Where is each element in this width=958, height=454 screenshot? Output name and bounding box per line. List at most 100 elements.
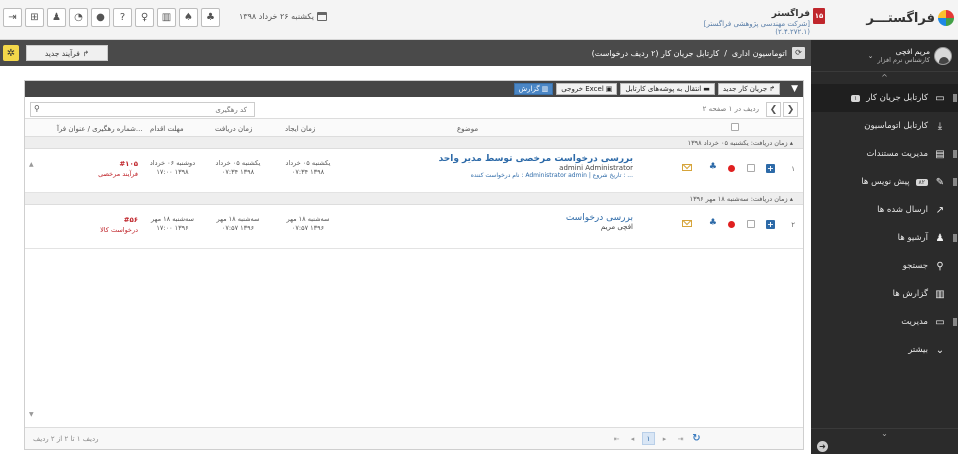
sidebar-item-reports[interactable]: گزارش ها ▥ [811, 280, 958, 308]
grid-footer: ردیف ۱ تا ۲ از ۲ ردیف ⇤ ◂ ۱ ▸ ⇥ ↻ [25, 427, 803, 449]
new-process-button[interactable]: فرآیند جدید ↱ [26, 45, 108, 61]
sidebar-item-label: آرشیو ها [897, 233, 928, 243]
chart-icon[interactable]: ▥ [157, 8, 176, 27]
col-created[interactable]: زمان ایجاد [285, 125, 315, 133]
company-subtitle: [شرکت مهندسی پژوهشی فراگستر] (۲.۴.۲۷۲.۱) [703, 20, 810, 36]
received-time: ۰۷:۵۷ ۱۳۹۶ [221, 224, 255, 233]
sidebar-item-admin[interactable]: مدیریت ▭ [811, 308, 958, 336]
breadcrumb-root[interactable]: اتوماسیون اداری [732, 49, 787, 58]
tracking-cell[interactable]: #۵۶ درخواست کالا [43, 215, 138, 235]
select-all-checkbox[interactable] [731, 123, 739, 133]
logo-mark-icon [938, 10, 954, 26]
next-page-button[interactable]: ❯ [783, 102, 798, 117]
scroll-down-icon[interactable]: ▼ [29, 411, 34, 418]
microphone-icon[interactable]: ♀ [135, 8, 154, 27]
scroll-up-icon[interactable]: ▲ [29, 161, 34, 168]
move-to-folder-button[interactable]: انتقال به پوشه‌های کارتابل ▬ [620, 83, 715, 95]
drafts-count-badge: ۸۲ [915, 178, 928, 186]
deadline-cell: دوشنبه ۰۶ خرداد ۱۷:۰۰ ۱۳۹۸ [140, 159, 205, 177]
user-icon[interactable]: ♟ [47, 8, 66, 27]
org-chart-icon[interactable]: ⊞ [25, 8, 44, 27]
next-page-button[interactable]: ◂ [626, 432, 639, 445]
bell-icon[interactable]: ♠ [179, 8, 198, 27]
sidebar: ⌄ مریم افچی کارشناس نرم افزار ^ ۱ کارتاب… [811, 40, 958, 454]
col-subject[interactable]: موضوع [457, 125, 478, 133]
col-deadline[interactable]: مهلت اقدام [150, 125, 184, 133]
sidebar-item-search[interactable]: جستجو ⚲ [811, 252, 958, 280]
group-header[interactable]: زمان دریافت: یکشنبه ۰۵ خرداد ۱۳۹۸ ▴ [25, 137, 803, 149]
refresh-icon[interactable]: ↻ [690, 432, 703, 445]
sidebar-item-label: جستجو [902, 261, 928, 271]
sidebar-item-drafts[interactable]: پیش نویس ها ۸۲ ✎ [811, 168, 958, 196]
avatar [934, 46, 952, 65]
created-day: سه‌شنبه ۱۸ مهر [286, 215, 330, 223]
row-range-info: ردیف ۱ تا ۲ از ۲ ردیف [33, 435, 99, 443]
sidebar-item-automation-inbox[interactable]: کارتابل اتوماسیون ⤓ [811, 112, 958, 140]
gear-icon[interactable]: ✲ [3, 45, 19, 61]
filter-icon[interactable]: ▼ [791, 84, 798, 94]
send-icon: ↗ [935, 204, 945, 216]
excel-export-button[interactable]: خروجی Excel ▣ [556, 83, 618, 95]
chevron-up-icon[interactable]: ^ [811, 72, 958, 84]
sidebar-item-sent[interactable]: ارسال شده ها ↗ [811, 196, 958, 224]
group-header-label: زمان دریافت: سه‌شنبه ۱۸ مهر ۱۳۹۶ [689, 195, 788, 203]
first-page-button[interactable]: ⇥ [674, 432, 687, 445]
exit-icon[interactable]: ⇥ [3, 8, 22, 27]
breadcrumb: کارتابل جریان کار (۲ ردیف درخواست) / اتو… [592, 47, 805, 59]
tracking-cell[interactable]: #۱۰۵ فرآیند مرخصی [43, 159, 138, 179]
new-workflow-button[interactable]: جریان کار جدید ↱ [717, 83, 781, 95]
page-nav: ❮ ❯ [766, 102, 798, 117]
edit-icon: ✎ [935, 176, 945, 188]
sidebar-item-more[interactable]: بیشتر ⌄ [811, 336, 958, 364]
row-checkbox[interactable] [747, 220, 755, 228]
company-info: فراگستر [شرکت مهندسی پژوهشی فراگستر] (۲.… [700, 9, 810, 36]
workflow-grid: گزارش ▥ خروجی Excel ▣ انتقال به پوشه‌های… [24, 80, 804, 450]
message-icon[interactable]: ● [91, 8, 110, 27]
row-checkbox[interactable] [747, 164, 755, 172]
report-label: گزارش [518, 85, 540, 93]
toolbar-icons: ⇥ ⊞ ♟ ◔ ● ? ♀ ▥ ♠ ♣ [3, 8, 220, 27]
arrow-right-icon[interactable]: ➜ [817, 441, 828, 452]
sidebar-item-workflow-inbox[interactable]: ۱ کارتابل جریان کار ▭ [811, 84, 958, 112]
current-page[interactable]: ۱ [642, 432, 655, 445]
current-date: یکشنبه ۲۶ خرداد ۱۳۹۸ [239, 12, 328, 21]
sidebar-item-label: ارسال شده ها [877, 205, 928, 215]
new-workflow-label: جریان کار جدید [722, 85, 768, 93]
last-page-button[interactable]: ⇤ [610, 432, 623, 445]
group-header[interactable]: زمان دریافت: سه‌شنبه ۱۸ مهر ۱۳۹۶ ▴ [25, 193, 803, 205]
caret-icon: ▴ [789, 195, 793, 203]
received-day: سه‌شنبه ۱۸ مهر [216, 215, 260, 223]
plus-icon[interactable]: + [766, 220, 775, 229]
forward-arrow-icon: ↱ [82, 48, 90, 58]
breadcrumb-bar: ✲ فرآیند جدید ↱ کارتابل جریان کار (۲ ردی… [0, 40, 811, 66]
tracking-search-input[interactable] [47, 104, 247, 115]
notification-badge[interactable]: ۱۵ [813, 8, 825, 24]
hierarchy-icon[interactable]: ♣ [201, 8, 220, 27]
chevron-down-icon[interactable]: ⌄ [811, 429, 958, 438]
col-received[interactable]: زمان دریافت [215, 125, 252, 133]
prev-page-button[interactable]: ❮ [766, 102, 781, 117]
envelope-icon[interactable] [682, 164, 692, 171]
help-icon[interactable]: ? [113, 8, 132, 27]
col-tracking[interactable]: شماره رهگیری / عنوان فرآ... [57, 125, 143, 133]
plus-icon[interactable]: + [766, 164, 775, 173]
user-profile[interactable]: ⌄ مریم افچی کارشناس نرم افزار [811, 40, 958, 72]
table-row[interactable]: ۲ + ♣ بررسی درخواست افچی مریم سه‌شنبه ۱۸… [25, 205, 803, 249]
chat-icon[interactable]: ◔ [69, 8, 88, 27]
report-button[interactable]: گزارش ▥ [513, 83, 554, 95]
refresh-icon[interactable]: ⟳ [792, 47, 805, 59]
document-icon: ▤ [935, 148, 945, 160]
sidebar-item-label: مدیریت [901, 317, 928, 327]
sidebar-edge-marker [953, 318, 957, 326]
chevron-down-icon[interactable]: ⌄ [868, 52, 874, 60]
sidebar-item-documents[interactable]: مدیریت مستندات ▤ [811, 140, 958, 168]
envelope-open-icon[interactable] [682, 220, 692, 227]
grid-toolbar: گزارش ▥ خروجی Excel ▣ انتقال به پوشه‌های… [25, 81, 803, 97]
report-icon: ▥ [935, 288, 945, 300]
table-row[interactable]: ۱ + ♣ بررسی درخواست مرخصی توسط مدیر واحد… [25, 149, 803, 193]
tracking-number: #۵۶ [123, 216, 138, 224]
prev-page-button[interactable]: ▸ [658, 432, 671, 445]
sidebar-item-archive[interactable]: آرشیو ها ♟ [811, 224, 958, 252]
search-icon[interactable]: ⚲ [34, 104, 40, 113]
table-header: شماره رهگیری / عنوان فرآ... مهلت اقدام ز… [25, 119, 803, 137]
